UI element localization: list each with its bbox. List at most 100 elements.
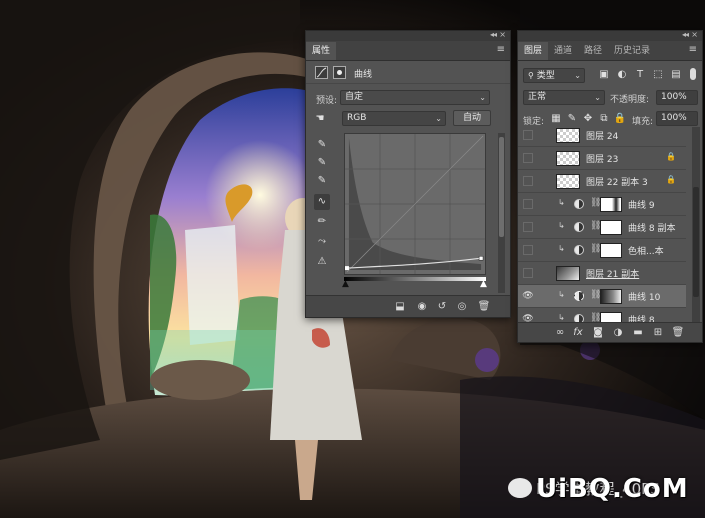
watermark: PS学堂教程_40PS UiBQ.CoM (508, 470, 703, 508)
reset-icon[interactable]: ↺ (434, 299, 450, 315)
visibility-toggle[interactable] (523, 222, 533, 232)
lock-artboard-icon[interactable]: ⧉ (596, 111, 612, 127)
opacity-field[interactable]: 100% (656, 90, 698, 105)
layer-mask-thumbnail[interactable] (600, 197, 622, 212)
collapse-icon[interactable]: ◂◂ (682, 30, 689, 39)
scroll-thumb[interactable] (693, 187, 699, 297)
filter-smart-object-icon[interactable]: ▤ (668, 67, 684, 83)
link-icon[interactable]: ∞ (552, 325, 568, 341)
lock-image-icon[interactable]: ✎ (564, 111, 580, 127)
lock-position-icon[interactable]: ✥ (580, 111, 596, 127)
layer-name[interactable]: 图层 22 副本 3 (586, 175, 648, 188)
layer-name[interactable]: 曲线 8 (628, 313, 655, 322)
blend-mode-dropdown[interactable]: 正常 ⌄ (523, 90, 605, 105)
visibility-icon[interactable]: ◎ (454, 299, 470, 315)
layer-row[interactable]: 图层 21 副本 (518, 262, 686, 285)
filter-pixel-icon[interactable]: ▣ (596, 67, 612, 83)
scroll-thumb[interactable] (499, 137, 504, 237)
black-slider-handle[interactable]: ▲ (342, 279, 349, 289)
tab-properties[interactable]: 属性 (306, 42, 337, 60)
layer-name[interactable]: 曲线 9 (628, 198, 655, 211)
tab-layers[interactable]: 图层 (518, 42, 549, 60)
layer-row-selected[interactable]: 👁 ↳ ⛓ 曲线 10 (518, 285, 686, 308)
panel-titlebar[interactable]: ◂◂ × (306, 30, 510, 41)
folder-icon[interactable]: ▬ (630, 325, 646, 341)
layer-name[interactable]: 图层 23 (586, 152, 618, 165)
layer-name[interactable]: 曲线 10 (628, 290, 660, 303)
curves-adjustment-icon (574, 291, 584, 301)
adjustment-icon[interactable]: ◑ (610, 325, 626, 341)
black-point-eyedropper-icon[interactable]: ✎ (314, 137, 330, 153)
layer-mask-thumbnail[interactable] (600, 312, 622, 322)
input-gradient-bar (344, 277, 486, 281)
mask-icon[interactable] (333, 66, 346, 79)
lock-all-icon[interactable]: 🔒 (612, 111, 628, 127)
hue-saturation-adjustment-icon (574, 245, 584, 255)
close-icon[interactable]: × (499, 30, 506, 39)
layers-scrollbar[interactable] (692, 127, 700, 322)
layer-name[interactable]: 图层 24 (586, 129, 618, 142)
filter-adjustment-icon[interactable]: ◐ (614, 67, 630, 83)
visibility-toggle[interactable] (523, 130, 533, 140)
trash-icon[interactable]: 🗑 (670, 325, 686, 341)
layer-row[interactable]: 👁 ↳ ⛓ 曲线 8 (518, 308, 686, 322)
panel-titlebar[interactable]: ◂◂ × (518, 30, 702, 41)
fill-field[interactable]: 100% (656, 111, 698, 126)
lock-transparent-icon[interactable]: ▦ (548, 111, 564, 127)
layer-row[interactable]: 图层 24 (518, 127, 686, 147)
layer-name[interactable]: 曲线 8 副本 (628, 221, 675, 234)
filter-toggle-icon[interactable] (690, 68, 696, 80)
white-slider-handle[interactable]: ▲ (480, 279, 487, 289)
pencil-icon[interactable]: ✏ (314, 214, 330, 230)
layer-row[interactable]: ↳ ⛓ 曲线 8 副本 (518, 216, 686, 239)
tab-channels[interactable]: 通道 (548, 42, 578, 60)
layer-row[interactable]: 图层 23 🔒 (518, 147, 686, 170)
view-previous-icon[interactable]: ◉ (414, 299, 430, 315)
eye-icon[interactable]: 👁 (522, 290, 534, 302)
filter-type-icon[interactable]: T (632, 67, 648, 83)
preset-dropdown[interactable]: 自定 ⌄ (340, 90, 490, 105)
close-icon[interactable]: × (691, 30, 698, 39)
new-layer-icon[interactable]: ⊞ (650, 325, 666, 341)
panel-menu-icon[interactable]: ≡ (497, 44, 505, 55)
tab-history[interactable]: 历史记录 (608, 42, 656, 60)
curve-edit-icon[interactable]: ∿ (314, 194, 330, 210)
layer-row[interactable]: ↳ ⛓ 色相...本 (518, 239, 686, 262)
chevron-down-icon: ⌄ (479, 93, 486, 102)
panel-menu-icon[interactable]: ≡ (689, 44, 697, 55)
eye-icon[interactable]: 👁 (522, 313, 534, 322)
white-point-eyedropper-icon[interactable]: ✎ (314, 173, 330, 189)
visibility-toggle[interactable] (523, 199, 533, 209)
chevron-down-icon: ⌄ (435, 114, 442, 123)
trash-icon[interactable]: 🗑 (476, 299, 492, 315)
clip-to-layer-icon[interactable]: ⬓ (392, 299, 408, 315)
layer-mask-thumbnail[interactable] (600, 243, 622, 258)
layer-mask-thumbnail[interactable] (600, 220, 622, 235)
fx-icon[interactable]: fx (570, 325, 586, 341)
fill-label: 填充: (632, 117, 654, 127)
properties-scrollbar[interactable] (498, 133, 505, 293)
collapse-icon[interactable]: ◂◂ (490, 30, 497, 39)
layer-name[interactable]: 色相...本 (628, 244, 664, 257)
clipping-warning-icon[interactable]: ⚠ (312, 254, 332, 270)
lock-icon: 🔒 (666, 175, 676, 184)
visibility-toggle[interactable] (523, 176, 533, 186)
target-adjust-hand-icon[interactable]: ☚ (312, 111, 328, 127)
filter-shape-icon[interactable]: ⬚ (650, 67, 666, 83)
smart-object-thumbnail (556, 266, 580, 281)
filter-kind-dropdown[interactable]: ⚲ 类型 ⌄ (523, 68, 585, 83)
curves-graph[interactable] (344, 133, 486, 275)
layer-row[interactable]: ↳ ⛓ 曲线 9 (518, 193, 686, 216)
layer-name[interactable]: 图层 21 副本 (586, 267, 639, 280)
smooth-curve-icon[interactable]: ⤳ (314, 234, 330, 250)
visibility-toggle[interactable] (523, 245, 533, 255)
visibility-toggle[interactable] (523, 153, 533, 163)
auto-button[interactable]: 自动 (453, 110, 491, 126)
layer-row[interactable]: 图层 22 副本 3 🔒 (518, 170, 686, 193)
tab-paths[interactable]: 路径 (578, 42, 608, 60)
mask-icon[interactable]: ◙ (590, 325, 606, 341)
channel-dropdown[interactable]: RGB ⌄ (342, 111, 446, 126)
gray-point-eyedropper-icon[interactable]: ✎ (314, 155, 330, 171)
layer-mask-thumbnail[interactable] (600, 289, 622, 304)
visibility-toggle[interactable] (523, 268, 533, 278)
